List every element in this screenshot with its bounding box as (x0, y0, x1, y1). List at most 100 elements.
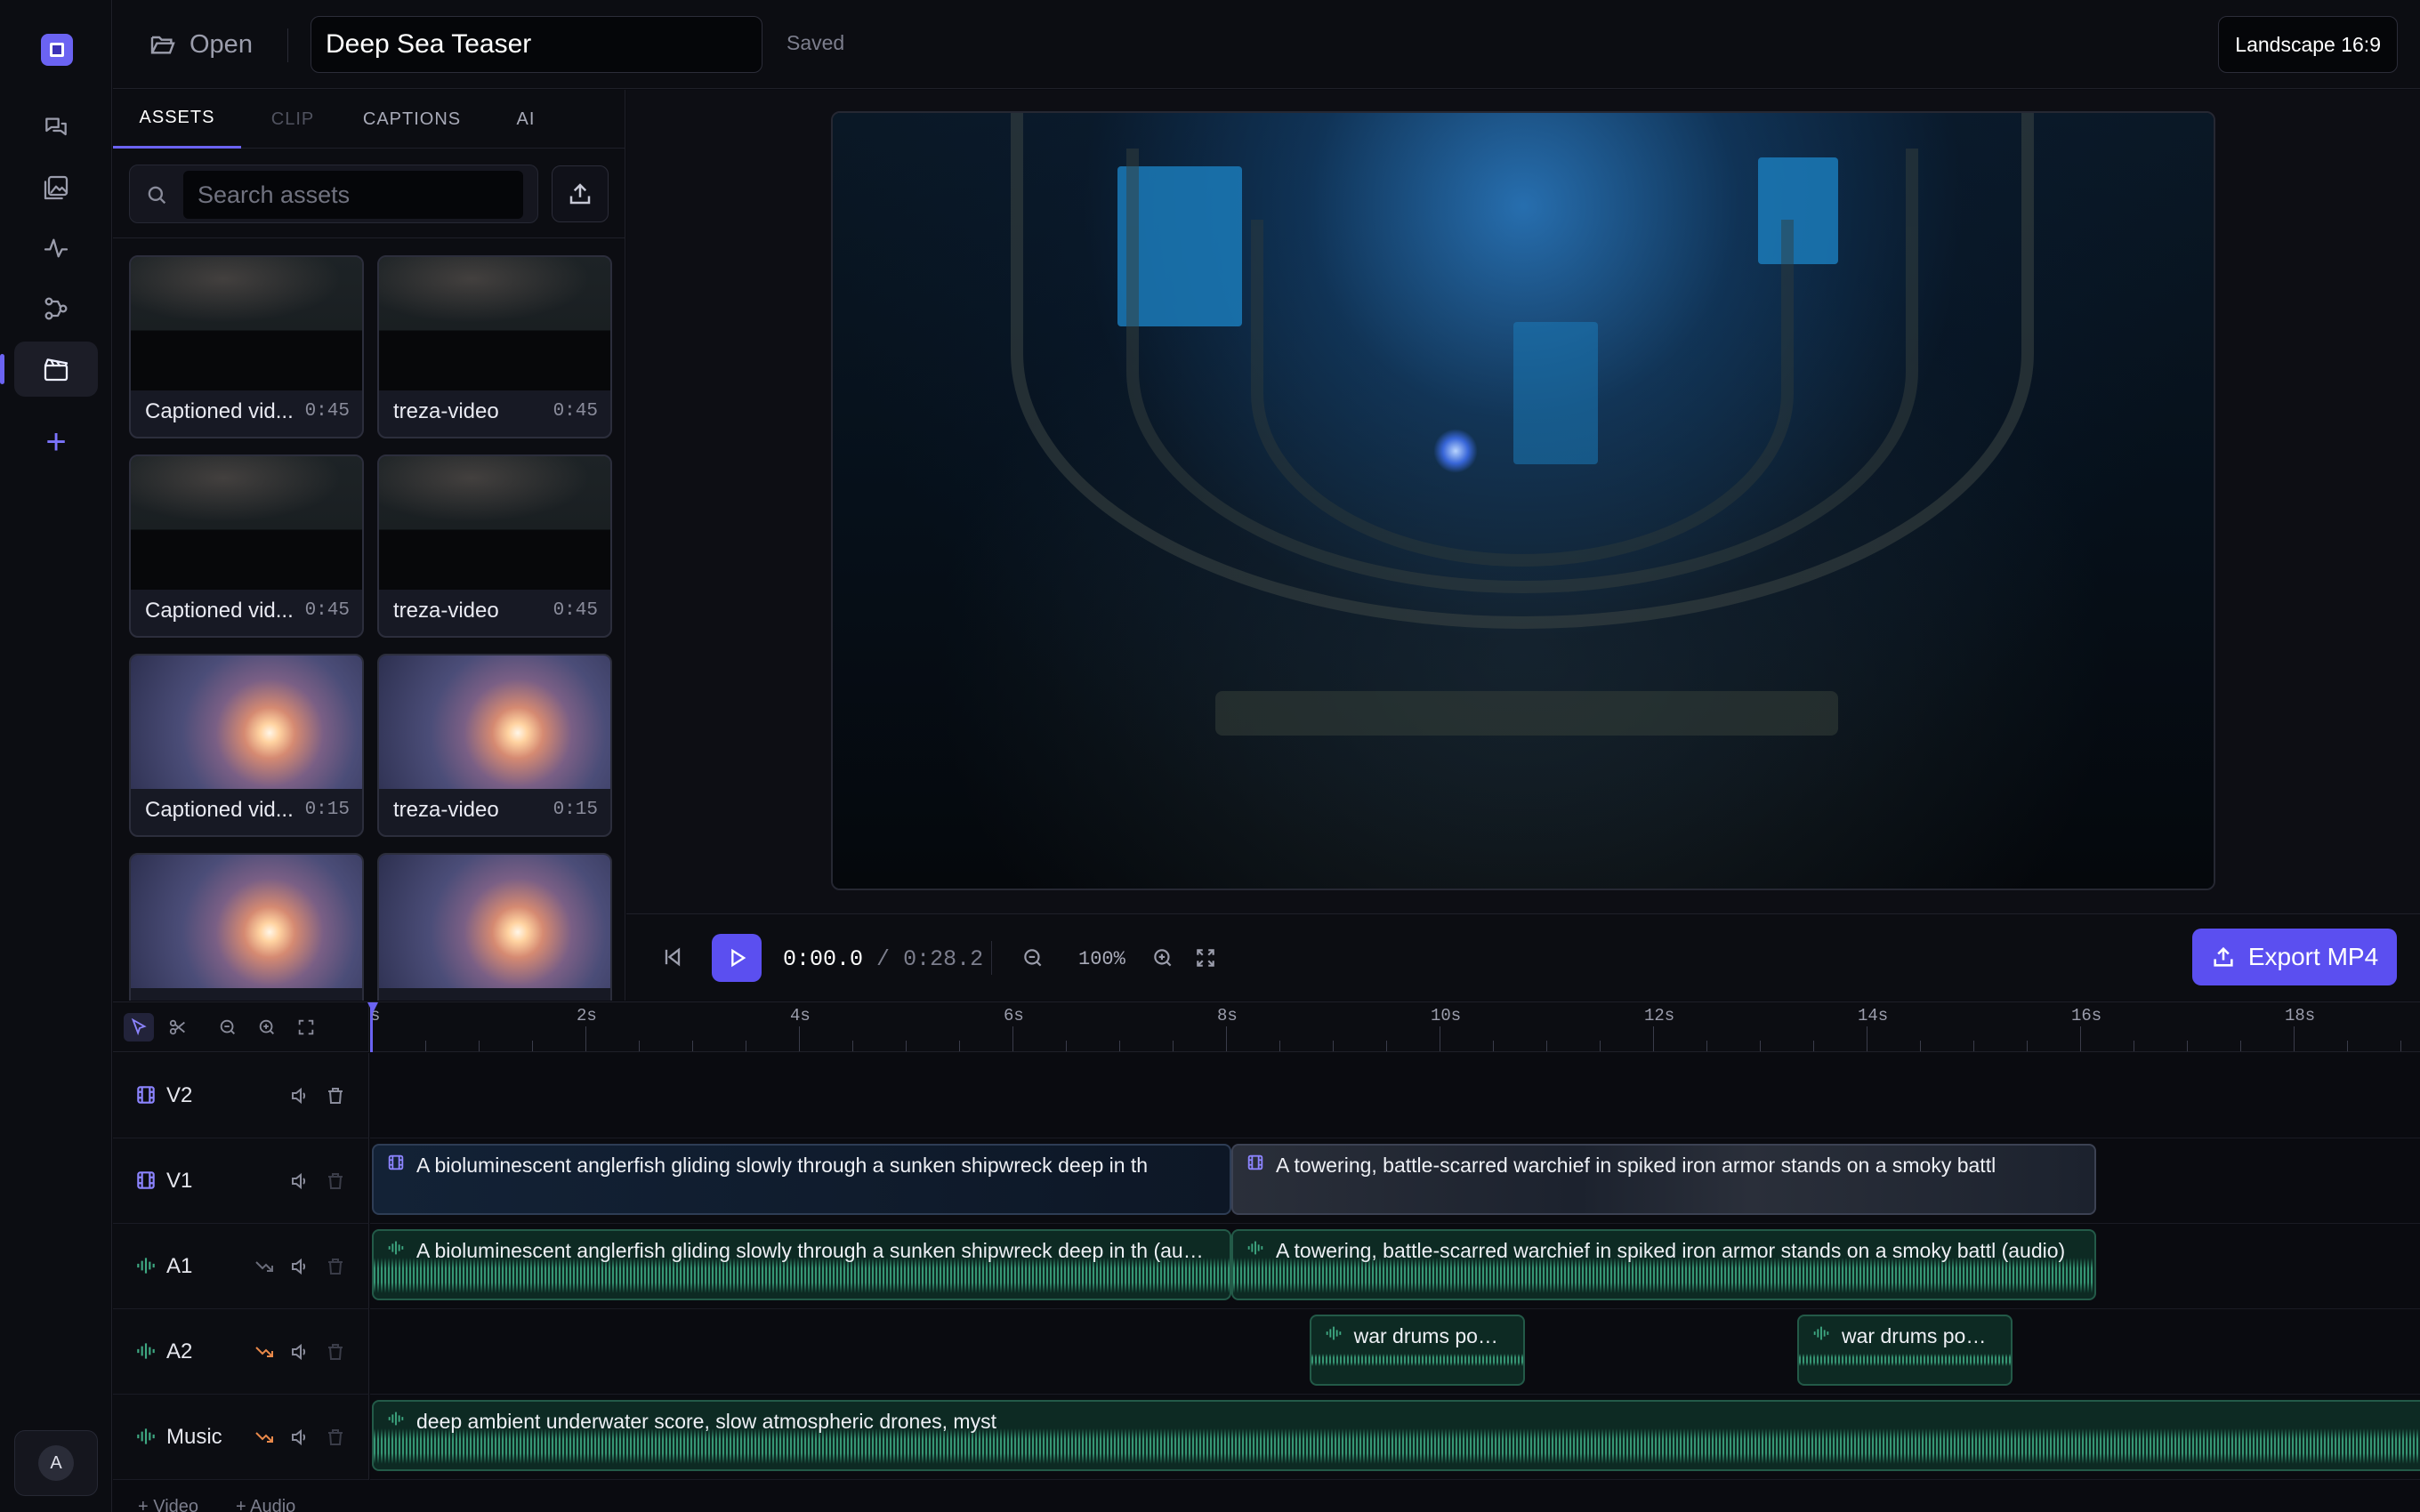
clip-label: A bioluminescent anglerfish gliding slow… (386, 1153, 1148, 1178)
workflow-nav-button[interactable] (14, 281, 98, 336)
tab-ai[interactable]: AI (480, 90, 572, 149)
asset-card[interactable]: treza-video 0:45 (377, 255, 612, 438)
aspect-ratio-select[interactable]: Landscape 16:9 (2218, 16, 2398, 73)
open-button[interactable]: Open (149, 25, 253, 64)
ruler-tick (425, 1041, 426, 1051)
ruler-tick (1333, 1041, 1334, 1051)
audio-clip[interactable]: deep ambient underwater score, slow atmo… (372, 1400, 2420, 1471)
app-logo[interactable] (41, 34, 73, 66)
film-icon (134, 1083, 157, 1106)
volume-icon[interactable] (289, 1085, 311, 1106)
asset-card[interactable] (129, 853, 364, 1001)
fit-timeline-button[interactable] (291, 1013, 321, 1042)
timeline-zoom-in-button[interactable] (252, 1013, 282, 1042)
shipwreck-frame (833, 113, 2214, 889)
track-name: A1 (166, 1254, 193, 1278)
time-ruler[interactable]: s 2s 4s 6s 8s 10s 12s 14s 16s 18s (370, 1002, 2420, 1052)
divider (287, 28, 288, 62)
playhead[interactable] (367, 1002, 378, 1052)
play-button[interactable] (712, 934, 762, 982)
video-preview[interactable] (831, 111, 2215, 890)
clip-title: A towering, battle-scarred warchief in s… (1276, 1153, 1996, 1177)
track-lane-v1[interactable]: A bioluminescent anglerfish gliding slow… (370, 1138, 2420, 1224)
top-bar: Open Deep Sea Teaser Saved Landscape 16:… (113, 0, 2420, 89)
asset-duration: 0:45 (304, 600, 350, 621)
skip-to-start-button[interactable] (657, 941, 689, 973)
ruler-label: 16s (2071, 1006, 2102, 1025)
gallery-nav-button[interactable] (14, 160, 98, 215)
audio-clip[interactable]: A towering, battle-scarred warchief in s… (1231, 1229, 2096, 1300)
activity-nav-button[interactable] (14, 221, 98, 276)
add-audio-track-button[interactable]: + Audio (236, 1497, 295, 1512)
asset-card[interactable]: treza-video 0:15 (377, 654, 612, 837)
trash-icon[interactable] (325, 1341, 346, 1363)
trash-icon[interactable] (325, 1427, 346, 1448)
ruler-tick (692, 1041, 693, 1051)
tab-captions[interactable]: CAPTIONS (344, 90, 480, 149)
zoom-in-button[interactable] (1148, 943, 1178, 973)
track-lane-v2[interactable] (370, 1053, 2420, 1138)
fade-icon[interactable] (254, 1341, 275, 1363)
zoom-level: 100% (1078, 948, 1125, 970)
select-tool-button[interactable] (124, 1013, 154, 1042)
cut-tool-button[interactable] (163, 1013, 193, 1042)
track-lane-a2[interactable]: war drums po… war drums po… (370, 1309, 2420, 1395)
track-lane-music[interactable]: deep ambient underwater score, slow atmo… (370, 1395, 2420, 1480)
film-icon (386, 1153, 406, 1178)
project-title-input[interactable]: Deep Sea Teaser (311, 16, 762, 73)
trash-icon[interactable] (325, 1256, 346, 1277)
tab-assets[interactable]: ASSETS (113, 90, 241, 149)
asset-card[interactable]: Captioned vid... 0:45 (129, 454, 364, 638)
search-input[interactable]: Search assets (183, 171, 523, 219)
user-avatar-button[interactable]: A (14, 1430, 98, 1496)
asset-card[interactable]: treza-video 0:45 (377, 454, 612, 638)
asset-name: Captioned vid... (145, 599, 294, 623)
open-label: Open (190, 29, 253, 59)
divider (113, 237, 625, 238)
film-icon (1246, 1153, 1265, 1178)
audio-clip[interactable]: war drums po… (1797, 1315, 2013, 1386)
asset-card[interactable] (377, 853, 612, 1001)
fade-icon[interactable] (254, 1256, 275, 1277)
trash-icon[interactable] (325, 1085, 346, 1106)
ruler-tick (585, 1026, 586, 1051)
volume-icon[interactable] (289, 1170, 311, 1192)
asset-name: treza-video (393, 399, 499, 423)
ruler-tick (1226, 1026, 1227, 1051)
ruler-tick (2187, 1041, 2188, 1051)
chat-nav-button[interactable] (14, 100, 98, 155)
ruler-tick (2240, 1041, 2241, 1051)
volume-icon[interactable] (289, 1256, 311, 1277)
ruler-tick (1760, 1041, 1761, 1051)
track-name: Music (166, 1425, 222, 1449)
video-editor-nav-button[interactable] (0, 342, 98, 397)
activity-icon (44, 238, 69, 258)
track-name: V2 (166, 1083, 193, 1107)
fade-icon[interactable] (254, 1427, 275, 1448)
audio-clip[interactable]: war drums po… (1309, 1315, 1525, 1386)
upload-button[interactable] (552, 165, 609, 222)
zoom-out-button[interactable] (1018, 943, 1048, 973)
add-video-track-button[interactable]: + Video (138, 1497, 198, 1512)
video-clip[interactable]: A towering, battle-scarred warchief in s… (1231, 1144, 2096, 1215)
timeline: s 2s 4s 6s 8s 10s 12s 14s 16s 18s V2 V1 A biolumine… (113, 1001, 2420, 1512)
track-name: A2 (166, 1339, 193, 1363)
timeline-zoom-out-button[interactable] (213, 1013, 243, 1042)
tab-clip[interactable]: CLIP (241, 90, 344, 149)
add-nav-button[interactable]: + (14, 414, 98, 470)
audio-clip[interactable]: A bioluminescent anglerfish gliding slow… (372, 1229, 1231, 1300)
track-lane-a1[interactable]: A bioluminescent anglerfish gliding slow… (370, 1224, 2420, 1309)
asset-card[interactable]: Captioned vid... 0:15 (129, 654, 364, 837)
clip-label: A towering, battle-scarred warchief in s… (1246, 1238, 2065, 1263)
waveform (1233, 1258, 2094, 1293)
volume-icon[interactable] (289, 1341, 311, 1363)
fullscreen-button[interactable] (1190, 943, 1221, 973)
export-mp4-button[interactable]: Export MP4 (2192, 929, 2397, 985)
avatar: A (38, 1445, 74, 1481)
clip-title: war drums po… (1842, 1323, 1987, 1347)
video-clip[interactable]: A bioluminescent anglerfish gliding slow… (372, 1144, 1231, 1215)
ruler-tick (2400, 1041, 2401, 1051)
volume-icon[interactable] (289, 1427, 311, 1448)
asset-card[interactable]: Captioned vid... 0:45 (129, 255, 364, 438)
trash-icon[interactable] (325, 1170, 346, 1192)
